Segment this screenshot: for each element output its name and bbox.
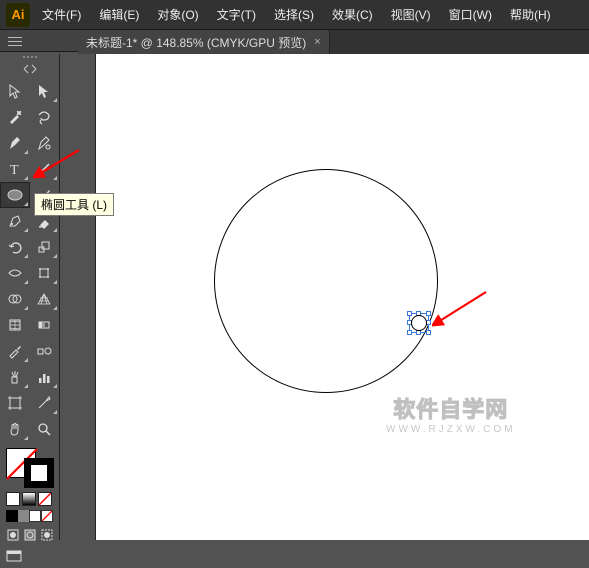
fill-stroke-swatches[interactable] [6, 448, 54, 488]
watermark-line1: 软件自学网 [386, 392, 516, 424]
column-graph-tool[interactable] [30, 364, 60, 390]
menu-window[interactable]: 窗口(W) [443, 2, 498, 27]
rotate-tool[interactable] [0, 234, 30, 260]
control-strip [0, 30, 78, 52]
color-mode-none[interactable] [38, 492, 52, 506]
watermark-line2: WWW.RJZXW.COM [386, 424, 516, 435]
ellipse-shape-small[interactable] [411, 315, 427, 331]
scale-tool[interactable] [30, 234, 60, 260]
swatch-black[interactable] [6, 510, 18, 522]
document-tab-bar: 未标题-1* @ 148.85% (CMYK/GPU 预览) × [78, 30, 589, 54]
color-mode-solid[interactable] [6, 492, 20, 506]
shape-builder-tool[interactable] [0, 286, 30, 312]
eyedropper-tool[interactable] [0, 338, 30, 364]
tools-panel: T [0, 54, 60, 540]
panel-menu-icon[interactable] [0, 30, 28, 52]
menu-bar: Ai 文件(F) 编辑(E) 对象(O) 文字(T) 选择(S) 效果(C) 视… [0, 0, 589, 30]
stroke-swatch[interactable] [24, 458, 54, 488]
app-logo-text: Ai [12, 7, 25, 22]
menu-select[interactable]: 选择(S) [268, 2, 320, 27]
swatch-white[interactable] [29, 510, 41, 522]
menu-edit[interactable]: 编辑(E) [93, 2, 145, 27]
perspective-grid-tool[interactable] [30, 286, 60, 312]
menu-type[interactable]: 文字(T) [211, 2, 262, 27]
menu-help[interactable]: 帮助(H) [504, 2, 557, 27]
artboard[interactable]: 软件自学网 WWW.RJZXW.COM [96, 54, 589, 540]
pen-tool[interactable] [0, 130, 30, 156]
close-icon[interactable]: × [314, 36, 320, 48]
canvas-left-pad [78, 54, 96, 540]
screen-mode-button[interactable] [0, 546, 59, 568]
mesh-tool[interactable] [0, 312, 30, 338]
direct-selection-tool[interactable] [30, 78, 60, 104]
color-mode-row [0, 490, 59, 508]
grayscale-swatches [0, 508, 59, 524]
selection-tool[interactable] [0, 78, 30, 104]
menu-view[interactable]: 视图(V) [385, 2, 437, 27]
app-logo: Ai [6, 3, 30, 27]
draw-mode-row [0, 524, 59, 546]
symbol-sprayer-tool[interactable] [0, 364, 30, 390]
gradient-tool[interactable] [30, 312, 60, 338]
collapse-columns-button[interactable] [6, 64, 54, 76]
lasso-tool[interactable] [30, 104, 60, 130]
zoom-tool[interactable] [30, 416, 60, 442]
document-tab-title: 未标题-1* @ 148.85% (CMYK/GPU 预览) [86, 34, 306, 51]
menu-file[interactable]: 文件(F) [36, 2, 87, 27]
ellipse-shape-large[interactable] [214, 169, 438, 393]
color-mode-gradient[interactable] [22, 492, 36, 506]
menu-object[interactable]: 对象(O) [151, 2, 204, 27]
magic-wand-tool[interactable] [0, 104, 30, 130]
watermark: 软件自学网 WWW.RJZXW.COM [386, 392, 516, 435]
ellipse-tool-tooltip: 椭圆工具 (L) [34, 193, 114, 216]
hand-tool[interactable] [0, 416, 30, 442]
swatch-nofill[interactable] [41, 510, 53, 522]
blend-tool[interactable] [30, 338, 60, 364]
slice-tool[interactable] [30, 390, 60, 416]
swatch-gray[interactable] [18, 510, 30, 522]
document-tab[interactable]: 未标题-1* @ 148.85% (CMYK/GPU 预览) × [78, 30, 330, 54]
artboard-tool[interactable] [0, 390, 30, 416]
panel-gripper[interactable] [0, 56, 59, 62]
free-transform-tool[interactable] [30, 260, 60, 286]
annotation-arrow-left [33, 146, 83, 182]
menu-effect[interactable]: 效果(C) [326, 2, 379, 27]
canvas-area: 软件自学网 WWW.RJZXW.COM [78, 54, 589, 540]
shaper-tool[interactable] [0, 208, 30, 234]
type-tool[interactable]: T [0, 156, 30, 182]
ellipse-tool[interactable] [0, 182, 30, 208]
annotation-arrow-right [432, 288, 492, 330]
width-tool[interactable] [0, 260, 30, 286]
svg-text:T: T [10, 163, 19, 177]
